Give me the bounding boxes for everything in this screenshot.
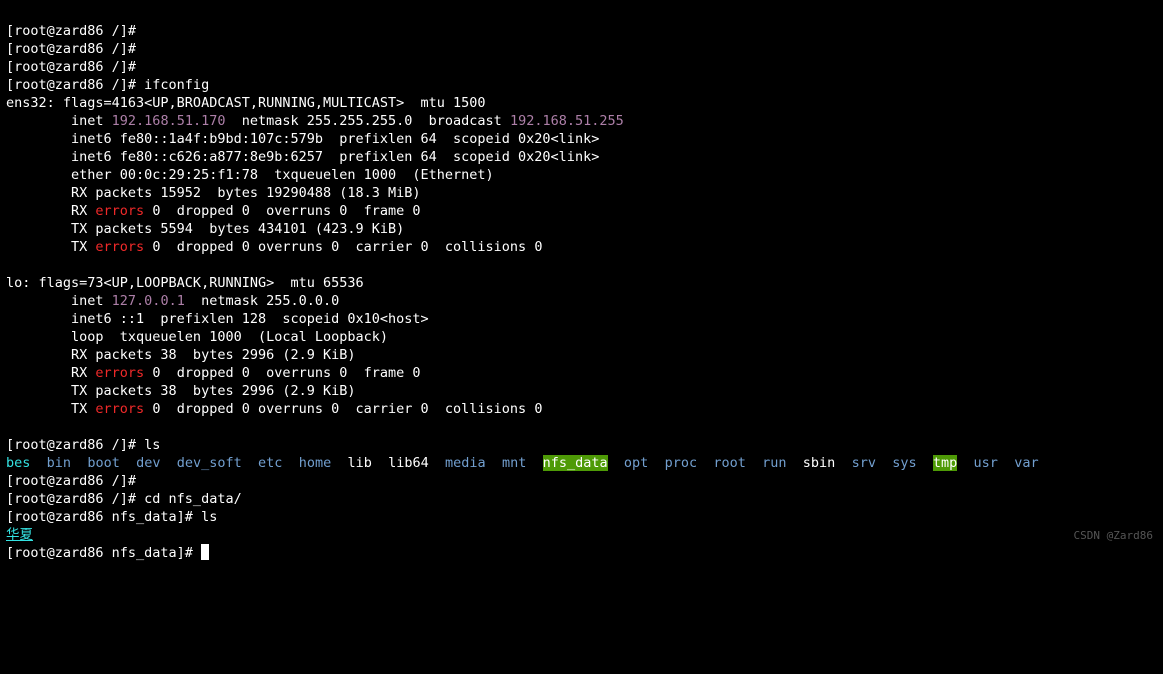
line: RX errors 0 dropped 0 overruns 0 frame 0 [6, 203, 421, 219]
line: inet6 fe80::1a4f:b9bd:107c:579b prefixle… [6, 131, 599, 147]
line: TX errors 0 dropped 0 overruns 0 carrier… [6, 401, 542, 417]
line: inet6 fe80::c626:a877:8e9b:6257 prefixle… [6, 149, 599, 165]
line: TX errors 0 dropped 0 overruns 0 carrier… [6, 239, 542, 255]
line: inet6 ::1 prefixlen 128 scopeid 0x10<hos… [6, 311, 429, 327]
line: inet 127.0.0.1 netmask 255.0.0.0 [6, 293, 339, 309]
line: [root@zard86 /]# [6, 41, 136, 57]
line: TX packets 38 bytes 2996 (2.9 KiB) [6, 383, 356, 399]
line: loop txqueuelen 1000 (Local Loopback) [6, 329, 388, 345]
terminal[interactable]: [root@zard86 /]# [root@zard86 /]# [root@… [0, 18, 1163, 566]
line: [root@zard86 nfs_data]# ls [6, 509, 217, 525]
line: ens32: flags=4163<UP,BROADCAST,RUNNING,M… [6, 95, 486, 111]
line: [root@zard86 /]# ifconfig [6, 77, 209, 93]
watermark: CSDN @Zard86 [1074, 527, 1153, 545]
cursor-icon [201, 544, 209, 560]
line: TX packets 5594 bytes 434101 (423.9 KiB) [6, 221, 404, 237]
line: RX packets 38 bytes 2996 (2.9 KiB) [6, 347, 356, 363]
line: RX packets 15952 bytes 19290488 (18.3 Mi… [6, 185, 421, 201]
line: [root@zard86 /]# [6, 59, 136, 75]
line: [root@zard86 /]# [6, 23, 136, 39]
line: lo: flags=73<UP,LOOPBACK,RUNNING> mtu 65… [6, 275, 364, 291]
ls-output-2: 华夏 [6, 527, 33, 543]
line: [root@zard86 /]# ls [6, 437, 160, 453]
line: inet 192.168.51.170 netmask 255.255.255.… [6, 113, 624, 129]
line: ether 00:0c:29:25:f1:78 txqueuelen 1000 … [6, 167, 494, 183]
line: [root@zard86 /]# [6, 473, 136, 489]
ls-output: bes bin boot dev dev_soft etc home lib l… [6, 455, 1039, 471]
line: [root@zard86 /]# cd nfs_data/ [6, 491, 242, 507]
prompt-line[interactable]: [root@zard86 nfs_data]# [6, 545, 209, 561]
line: RX errors 0 dropped 0 overruns 0 frame 0 [6, 365, 421, 381]
